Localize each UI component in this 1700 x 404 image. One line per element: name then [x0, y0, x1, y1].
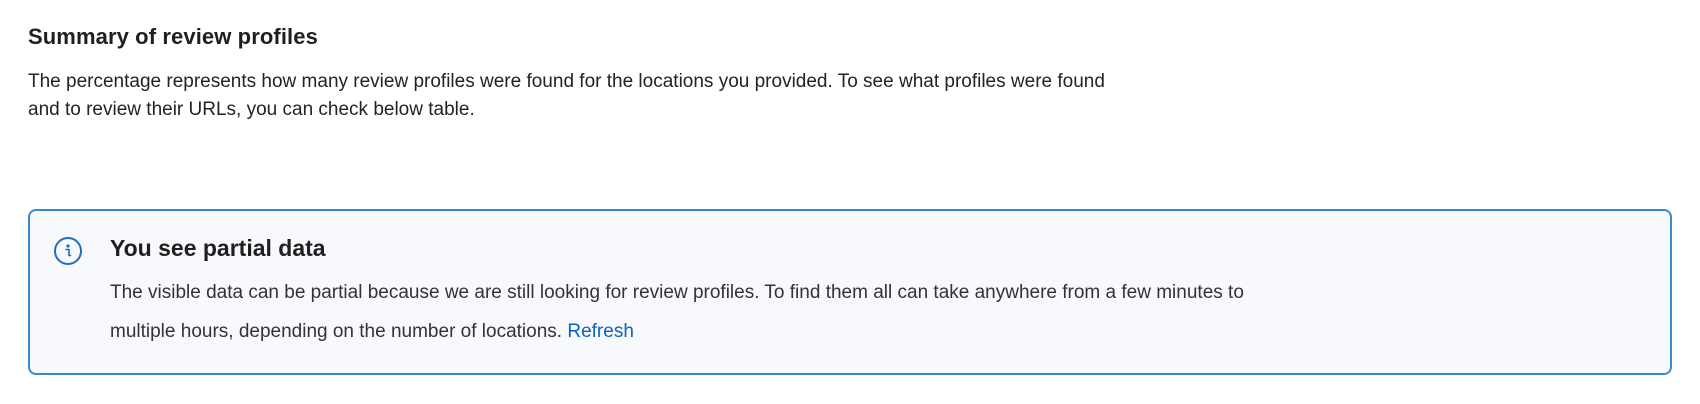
notice-message: The visible data can be partial because … — [110, 273, 1250, 351]
notice-title: You see partial data — [110, 235, 326, 261]
section-title: Summary of review profiles — [28, 24, 318, 49]
notice-body-text: The visible data can be partial because … — [110, 282, 1244, 342]
page: Summary of review profiles The percentag… — [0, 0, 1700, 404]
partial-data-notice: You see partial data The visible data ca… — [28, 209, 1672, 375]
section-description: The percentage represents how many revie… — [28, 71, 1105, 120]
info-icon — [54, 237, 82, 265]
refresh-link[interactable]: Refresh — [567, 321, 634, 342]
